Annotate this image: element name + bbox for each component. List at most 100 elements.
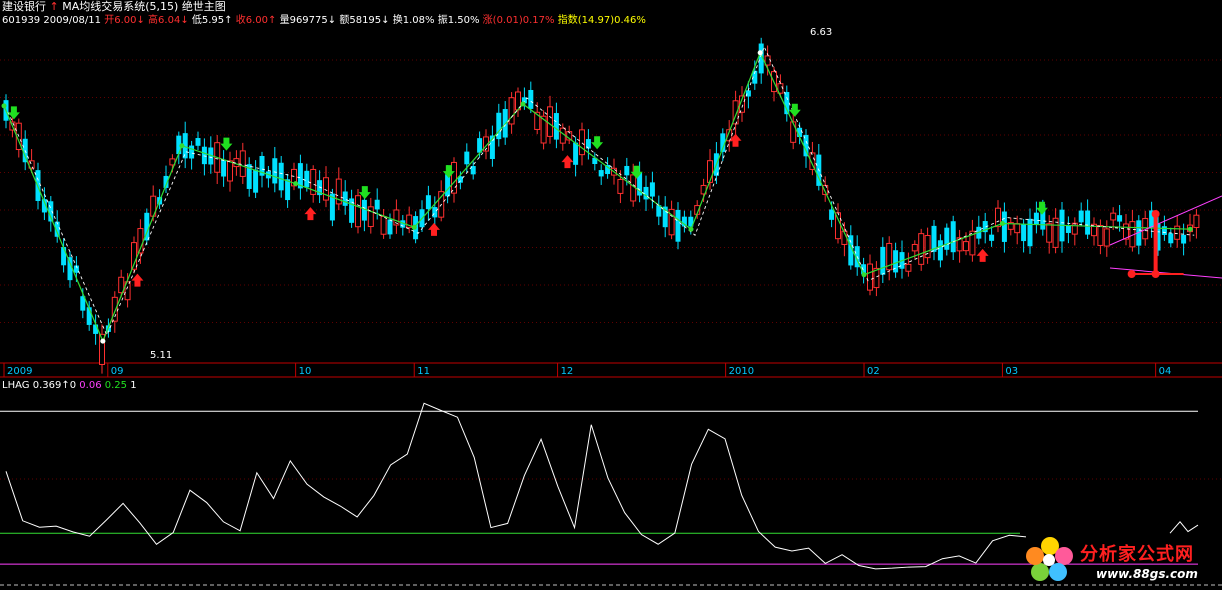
low-annotation-label: 5.11	[150, 350, 172, 361]
candle-down	[189, 145, 195, 159]
candle-down	[1078, 210, 1084, 223]
zigzag-line	[3, 51, 1191, 343]
candle-down	[195, 138, 201, 146]
candle-up	[911, 243, 918, 252]
indicator-header: LHAG 0.369↑0 0.06 0.25 1	[2, 380, 137, 392]
candle-down	[374, 199, 380, 210]
candle-down	[1033, 212, 1039, 225]
up-arrow-icon: ↑	[61, 380, 70, 391]
candle-up	[1193, 214, 1200, 229]
candle-up	[707, 160, 713, 183]
candle-down	[624, 165, 630, 176]
candle-up	[617, 179, 624, 194]
site-logo: 分析家公式网 www.88gs.com	[1020, 530, 1220, 588]
candle-down	[272, 158, 278, 184]
candle-down	[201, 146, 207, 165]
signal-dot	[1127, 270, 1136, 278]
high-annotation-label: 6.63	[810, 27, 832, 38]
x-tick-label: 2009	[7, 366, 32, 377]
x-tick-label: 12	[561, 366, 574, 377]
x-tick-label: 09	[111, 366, 124, 377]
sell-arrow-icon	[7, 106, 20, 120]
logo-url: www.88gs.com	[1096, 567, 1198, 581]
candle-up	[995, 207, 1001, 228]
buy-arrow-icon	[561, 155, 574, 169]
candle-down	[387, 219, 393, 235]
candle-up	[579, 129, 585, 156]
candle-down	[285, 179, 291, 201]
candle-up	[963, 241, 969, 252]
lhag-line	[5, 402, 1027, 570]
candle-down	[304, 170, 310, 188]
candle-down	[1181, 234, 1187, 244]
candle-down	[432, 207, 438, 218]
candle-down	[553, 113, 559, 140]
candle-up	[1097, 224, 1104, 246]
candle-up	[239, 150, 246, 177]
annotations: 6.63 5.11	[100, 27, 832, 361]
buy-arrow-icon	[304, 207, 317, 221]
candle-down	[1021, 223, 1027, 242]
candle-down	[445, 174, 451, 197]
x-tick-label: 04	[1159, 366, 1172, 377]
pivot-dot	[411, 224, 417, 230]
candle-down	[278, 162, 284, 191]
lhag-indicator-panel	[0, 402, 1199, 570]
stock-chart[interactable]: 2009 09 10 11 12 2010 02 03 04 6.63 5.11	[0, 0, 1222, 590]
indicator-value-2: 0	[69, 380, 77, 391]
magenta-level: 0.06	[79, 380, 102, 391]
candle-up	[1110, 212, 1117, 221]
candle-down	[880, 246, 886, 275]
candle-down	[944, 227, 950, 250]
candle-down	[573, 142, 579, 165]
channel-line-upper	[1109, 195, 1222, 246]
candle-down	[829, 209, 835, 220]
candle-up	[380, 216, 387, 235]
candle-down	[528, 89, 534, 109]
signal-dot	[1151, 270, 1160, 278]
candle-up	[790, 121, 797, 143]
candlestick-series	[3, 37, 1200, 374]
candle-up	[905, 263, 912, 272]
candle-down	[950, 221, 956, 253]
candle-up	[227, 160, 233, 182]
candle-down	[1161, 226, 1167, 235]
sell-arrow-icon	[788, 103, 801, 117]
candle-down	[598, 170, 604, 177]
candle-up	[867, 263, 873, 291]
dashed-trace	[7, 45, 1195, 337]
candle-up	[918, 233, 925, 265]
candle-up	[1046, 223, 1053, 243]
candle-down	[989, 234, 995, 241]
buy-arrow-icon	[131, 273, 144, 287]
annotation-dot	[757, 50, 763, 56]
candle-down	[425, 195, 431, 210]
candle-up	[1103, 228, 1110, 247]
buy-arrow-icon	[976, 248, 989, 262]
white-level: 1	[130, 380, 137, 391]
candle-up	[547, 106, 553, 137]
indicator-name: LHAG	[2, 380, 30, 391]
candle-up	[1071, 222, 1078, 235]
pivot-dot	[1187, 226, 1193, 232]
x-tick-label: 11	[417, 366, 430, 377]
pivot-dot	[179, 143, 185, 149]
candle-down	[649, 182, 655, 197]
candle-up	[111, 296, 118, 322]
sell-arrow-icon	[591, 136, 604, 150]
signal-dot	[1151, 210, 1160, 218]
candle-up	[355, 195, 361, 228]
candle-up	[323, 177, 329, 201]
buy-arrow-icon	[428, 222, 441, 236]
pivot-dot	[999, 221, 1005, 227]
annotation-dot	[100, 338, 106, 344]
pivot-dot	[293, 181, 299, 187]
candle-down	[675, 209, 681, 242]
x-tick-label: 03	[1005, 366, 1018, 377]
candle-up	[508, 97, 515, 125]
pivot-dot	[861, 272, 867, 278]
x-tick-label: 2010	[729, 366, 754, 377]
x-axis: 2009 09 10 11 12 2010 02 03 04	[3, 363, 1172, 377]
logo-text: 分析家公式网	[1080, 544, 1194, 565]
candle-down	[221, 159, 227, 177]
